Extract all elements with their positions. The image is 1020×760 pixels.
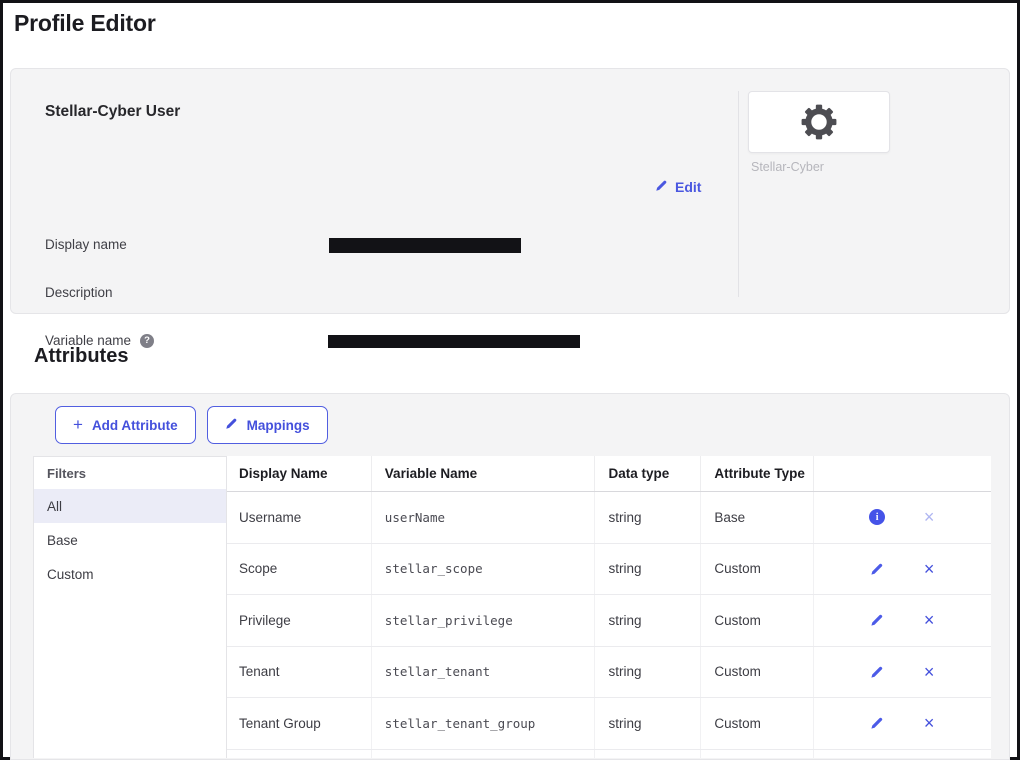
cell-display-name: Privilege: [227, 613, 371, 628]
cell-display-name: Scope: [227, 561, 371, 576]
cell-actions: ×: [813, 698, 991, 749]
edit-attribute-pencil-icon[interactable]: [869, 562, 885, 576]
remove-attribute-icon[interactable]: ×: [921, 560, 937, 578]
pencil-icon: [225, 417, 238, 433]
cell-display-name: Tenant Group: [227, 716, 371, 731]
col-header-actions: [813, 456, 991, 491]
table-row: [227, 750, 991, 759]
profile-summary-card: Stellar-Cyber User Edit Display name Des…: [10, 68, 1010, 314]
cell-actions: ×: [813, 544, 991, 595]
cell-data-type: string: [594, 698, 700, 749]
cell-actions: ×: [813, 647, 991, 698]
pencil-icon: [655, 179, 668, 195]
card-divider: [738, 91, 739, 297]
variable-name-redacted-value: [328, 335, 580, 348]
cell-display-name: Username: [227, 510, 371, 525]
remove-attribute-icon[interactable]: ×: [921, 714, 937, 732]
plus-icon: +: [73, 416, 83, 433]
cell-actions: i×: [813, 492, 991, 543]
cell-variable-name: userName: [371, 492, 595, 543]
cell-data-type: string: [594, 647, 700, 698]
edit-label: Edit: [675, 179, 701, 195]
profile-editor-page: Profile Editor Stellar-Cyber User Edit D…: [0, 0, 1020, 760]
cell-data-type: [594, 750, 700, 759]
cell-variable-name: stellar_tenant_group: [371, 698, 595, 749]
profile-card-title: Stellar-Cyber User: [45, 103, 180, 121]
table-body: Username userName string Base i× Scope s…: [227, 492, 991, 758]
attributes-section-title: Attributes: [34, 345, 128, 368]
app-name-label: Stellar-Cyber: [751, 160, 824, 174]
edit-profile-button[interactable]: Edit: [655, 179, 701, 195]
col-header-display-name: Display Name: [227, 466, 371, 481]
remove-attribute-icon[interactable]: ×: [921, 663, 937, 681]
display-name-redacted-value: [329, 238, 521, 253]
add-attribute-button[interactable]: + Add Attribute: [55, 406, 196, 444]
table-row: Scope stellar_scope string Custom ×: [227, 544, 991, 596]
description-label: Description: [45, 285, 113, 300]
cell-attribute-type: Custom: [700, 698, 813, 749]
attributes-table: Display Name Variable Name Data type Att…: [226, 456, 991, 758]
filter-item-custom[interactable]: Custom: [34, 557, 226, 591]
cell-data-type: string: [594, 595, 700, 646]
table-row: Tenant stellar_tenant string Custom ×: [227, 647, 991, 699]
cell-attribute-type: Custom: [700, 647, 813, 698]
edit-attribute-pencil-icon[interactable]: [869, 613, 885, 627]
col-header-attribute-type: Attribute Type: [700, 456, 813, 491]
page-title: Profile Editor: [14, 10, 156, 37]
mappings-button[interactable]: Mappings: [207, 406, 328, 444]
cell-data-type: string: [594, 492, 700, 543]
filters-panel: Filters AllBaseCustom: [33, 456, 226, 758]
display-name-label: Display name: [45, 237, 127, 252]
table-header-row: Display Name Variable Name Data type Att…: [227, 456, 991, 492]
attributes-toolbar: + Add Attribute Mappings: [55, 406, 328, 444]
table-row: Tenant Group stellar_tenant_group string…: [227, 698, 991, 750]
edit-attribute-pencil-icon[interactable]: [869, 665, 885, 679]
table-row: Username userName string Base i×: [227, 492, 991, 544]
edit-attribute-pencil-icon[interactable]: [869, 716, 885, 730]
info-icon[interactable]: i: [869, 509, 885, 525]
cell-data-type: string: [594, 544, 700, 595]
filters-heading: Filters: [34, 457, 226, 489]
remove-attribute-icon[interactable]: ×: [921, 611, 937, 629]
filter-item-base[interactable]: Base: [34, 523, 226, 557]
help-icon[interactable]: ?: [140, 334, 154, 348]
cell-attribute-type: Custom: [700, 595, 813, 646]
col-header-variable-name: Variable Name: [371, 456, 595, 491]
col-header-data-type: Data type: [594, 456, 700, 491]
cell-variable-name: stellar_tenant: [371, 647, 595, 698]
cell-actions: [813, 750, 991, 759]
cell-attribute-type: Custom: [700, 544, 813, 595]
cell-variable-name: [371, 750, 595, 759]
app-tile: [748, 91, 890, 153]
table-row: Privilege stellar_privilege string Custo…: [227, 595, 991, 647]
gear-icon: [800, 103, 838, 141]
cell-attribute-type: Base: [700, 492, 813, 543]
cell-variable-name: stellar_scope: [371, 544, 595, 595]
attributes-container: + Add Attribute Mappings Filters AllBase…: [10, 393, 1010, 760]
filter-list: AllBaseCustom: [34, 489, 226, 591]
remove-attribute-icon-disabled: ×: [921, 508, 937, 526]
filter-item-all[interactable]: All: [34, 489, 226, 523]
cell-display-name: Tenant: [227, 664, 371, 679]
cell-actions: ×: [813, 595, 991, 646]
cell-variable-name: stellar_privilege: [371, 595, 595, 646]
cell-attribute-type: [700, 750, 813, 759]
